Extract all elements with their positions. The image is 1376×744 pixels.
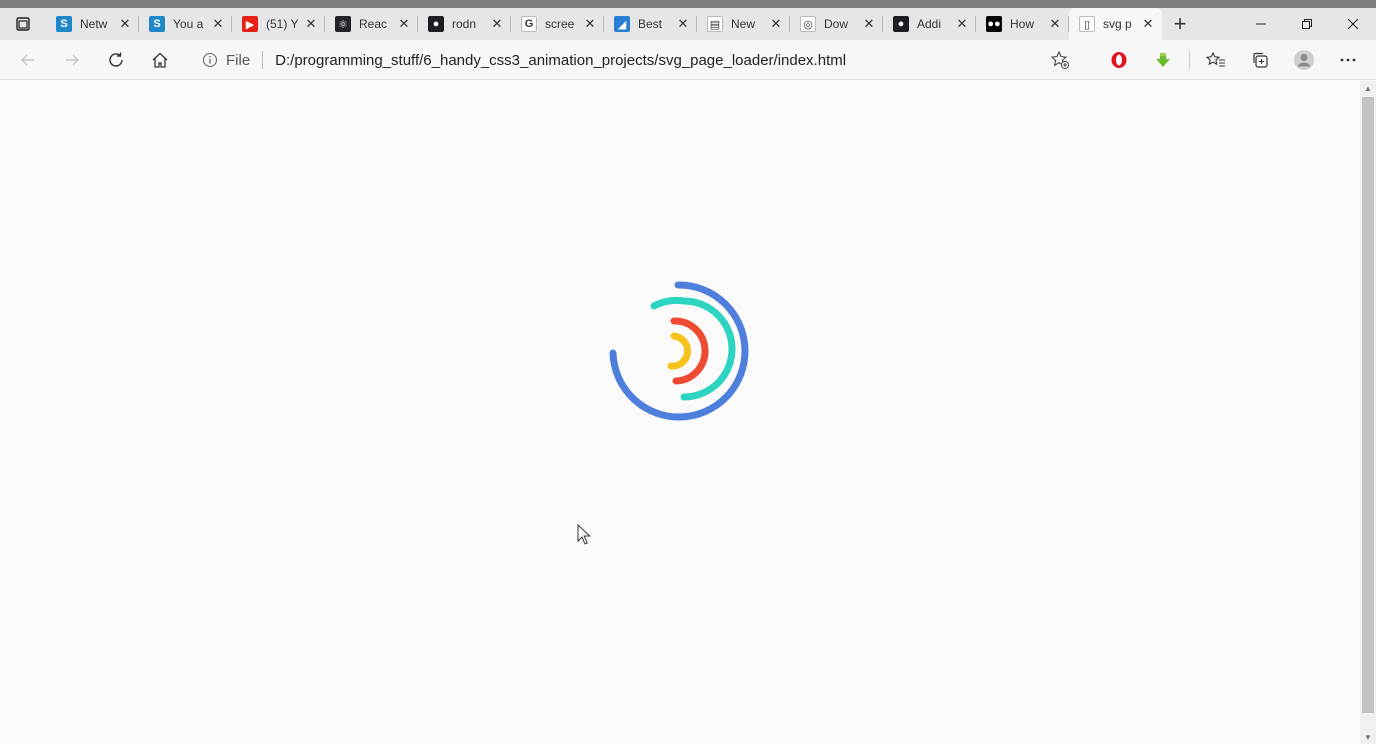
forward-button[interactable] bbox=[50, 44, 94, 76]
tab-close-icon[interactable]: ✕ bbox=[582, 16, 598, 32]
navigation-toolbar: File D:/programming_stuff/6_handy_css3_a… bbox=[0, 40, 1376, 80]
opera-extension-button[interactable] bbox=[1097, 44, 1141, 76]
tab-label: You a bbox=[173, 17, 204, 31]
url-text[interactable]: D:/programming_stuff/6_handy_css3_animat… bbox=[275, 52, 846, 69]
add-favorite-button[interactable] bbox=[1050, 50, 1070, 75]
google-icon: G bbox=[521, 16, 537, 32]
browser-tab[interactable]: S You a ✕ bbox=[139, 8, 232, 40]
browser-tab[interactable]: Gscree ✕ bbox=[511, 8, 604, 40]
address-separator bbox=[262, 51, 264, 69]
star-add-icon bbox=[1050, 50, 1070, 70]
tab-close-icon[interactable]: ✕ bbox=[861, 16, 877, 32]
favorites-button[interactable] bbox=[1194, 44, 1238, 76]
github-icon: ● bbox=[428, 16, 444, 32]
tab-strip: S Netw ✕ S You a ✕ ▶ (51) Y ✕ ⚛ Reac ✕ ● rodn ✕ Gscree ✕… bbox=[0, 8, 1376, 40]
tab-close-icon[interactable]: ✕ bbox=[489, 16, 505, 32]
youtube-icon: ▶ bbox=[242, 16, 258, 32]
browser-tab[interactable]: S Netw ✕ bbox=[46, 8, 139, 40]
home-button[interactable] bbox=[138, 44, 182, 76]
back-arrow-icon bbox=[21, 54, 34, 65]
vertical-scrollbar[interactable]: ▲ ▼ bbox=[1360, 81, 1376, 744]
tab-label: Addi bbox=[917, 17, 942, 31]
tab-label: New bbox=[731, 17, 756, 31]
avatar-icon bbox=[1294, 50, 1314, 70]
more-dots-icon bbox=[1340, 58, 1356, 62]
site-info-button[interactable]: File bbox=[202, 52, 250, 69]
download-extension-button[interactable] bbox=[1141, 44, 1185, 76]
opera-red-icon: ◎ bbox=[800, 16, 816, 32]
tab-close-icon[interactable]: ✕ bbox=[768, 16, 784, 32]
s-brand-icon: S bbox=[149, 16, 165, 32]
tab-close-icon[interactable]: ✕ bbox=[117, 16, 133, 32]
browser-tab[interactable]: ◢ Best ✕ bbox=[604, 8, 697, 40]
profile-button[interactable] bbox=[1282, 44, 1326, 76]
browser-tab[interactable]: ● rodn ✕ bbox=[418, 8, 511, 40]
loader-ring-inner bbox=[667, 332, 692, 370]
address-bar[interactable]: File D:/programming_stuff/6_handy_css3_a… bbox=[192, 44, 1080, 76]
s-brand-icon: S bbox=[56, 16, 72, 32]
restore-button[interactable] bbox=[1284, 8, 1330, 40]
medium-icon: ●● bbox=[986, 16, 1002, 32]
tab-label: svg p bbox=[1103, 17, 1132, 31]
tab-actions-icon[interactable] bbox=[0, 8, 46, 40]
info-icon bbox=[202, 52, 218, 68]
tab-label: How bbox=[1010, 17, 1035, 31]
browser-tab[interactable]: ⚛ Reac ✕ bbox=[325, 8, 418, 40]
collections-icon bbox=[1253, 52, 1268, 68]
scroll-down-arrow-icon[interactable]: ▼ bbox=[1360, 730, 1376, 744]
tab-label: Dow bbox=[824, 17, 849, 31]
loader-ring-second bbox=[650, 296, 736, 401]
browser-tab[interactable]: ◎ Dow ✕ bbox=[790, 8, 883, 40]
mouse-cursor-icon bbox=[577, 524, 591, 545]
tab-label: rodn bbox=[452, 17, 477, 31]
tab-close-icon[interactable]: ✕ bbox=[954, 16, 970, 32]
refresh-button[interactable] bbox=[94, 44, 138, 76]
browser-tab[interactable]: ● Addi ✕ bbox=[883, 8, 976, 40]
tab-close-icon[interactable]: ✕ bbox=[675, 16, 691, 32]
tab-close-icon[interactable]: ✕ bbox=[396, 16, 412, 32]
github-icon: ● bbox=[893, 16, 909, 32]
tab-label: (51) Y bbox=[266, 17, 299, 31]
new-tab-button[interactable]: + bbox=[1162, 8, 1198, 40]
tab-close-icon[interactable]: ✕ bbox=[210, 16, 226, 32]
opera-icon bbox=[1111, 52, 1127, 68]
react-icon: ⚛ bbox=[335, 16, 351, 32]
scrollbar-thumb[interactable] bbox=[1362, 97, 1374, 713]
svg-page-loader bbox=[609, 281, 749, 421]
minimize-button[interactable] bbox=[1238, 8, 1284, 40]
tab-close-icon[interactable]: ✕ bbox=[303, 16, 319, 32]
page-icon: ▯ bbox=[1079, 16, 1095, 32]
download-arrow-icon bbox=[1156, 53, 1170, 67]
tab-label: Reac bbox=[359, 17, 388, 31]
close-window-button[interactable] bbox=[1330, 8, 1376, 40]
calendar-icon: ▤ bbox=[707, 16, 723, 32]
tab-close-icon[interactable]: ✕ bbox=[1140, 16, 1156, 32]
browser-tab[interactable]: ●● How ✕ bbox=[976, 8, 1069, 40]
tab-label: Best bbox=[638, 17, 663, 31]
home-icon bbox=[152, 52, 168, 68]
browser-tab[interactable]: ▤ New ✕ bbox=[697, 8, 790, 40]
tab-label: Netw bbox=[80, 17, 108, 31]
loader-ring-outer bbox=[609, 281, 749, 421]
forward-arrow-icon bbox=[66, 54, 79, 65]
back-button[interactable] bbox=[6, 44, 50, 76]
tab-close-icon[interactable]: ✕ bbox=[1047, 16, 1063, 32]
tab-label: scree bbox=[545, 17, 575, 31]
toolbar-separator bbox=[1189, 50, 1190, 70]
collections-button[interactable] bbox=[1238, 44, 1282, 76]
browser-tab[interactable]: ▯ svg p ✕ bbox=[1069, 8, 1162, 40]
mountain-icon: ◢ bbox=[614, 16, 630, 32]
refresh-icon bbox=[109, 52, 123, 67]
favorites-icon bbox=[1206, 51, 1225, 67]
scheme-label: File bbox=[226, 51, 251, 69]
scroll-up-arrow-icon[interactable]: ▲ bbox=[1360, 81, 1376, 95]
browser-tab[interactable]: ▶ (51) Y ✕ bbox=[232, 8, 325, 40]
settings-more-button[interactable] bbox=[1326, 44, 1370, 76]
